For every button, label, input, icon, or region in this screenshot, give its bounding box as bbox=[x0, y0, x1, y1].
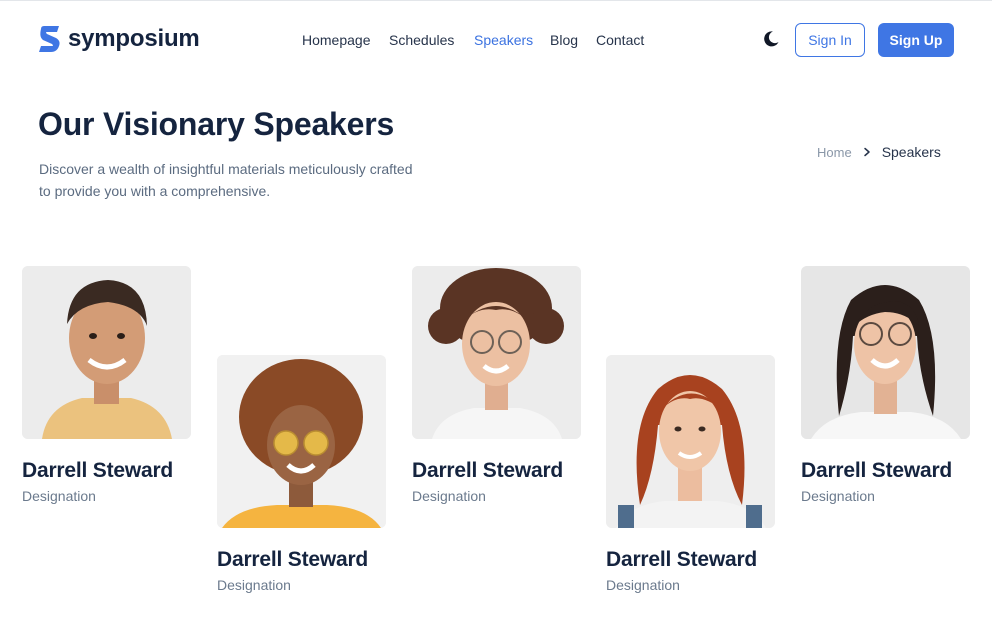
speaker-name: Darrell Steward bbox=[801, 459, 953, 482]
speaker-designation: Designation bbox=[412, 488, 486, 504]
top-border bbox=[0, 0, 992, 1]
page-title: Our Visionary Speakers bbox=[38, 106, 395, 142]
nav-item-speakers[interactable]: Speakers bbox=[474, 32, 533, 48]
speaker-photo bbox=[22, 266, 191, 439]
page-description: Discover a wealth of insightful material… bbox=[39, 161, 413, 199]
breadcrumb: Home Speakers bbox=[817, 144, 941, 160]
speaker-name: Darrell Steward bbox=[217, 548, 369, 571]
breadcrumb-current: Speakers bbox=[881, 144, 941, 160]
speaker-photo bbox=[606, 355, 775, 528]
moon-icon[interactable] bbox=[762, 30, 780, 48]
speaker-card[interactable]: Darrell Steward Designation bbox=[412, 266, 582, 504]
speaker-photo bbox=[801, 266, 970, 439]
speaker-card[interactable]: Darrell Steward Designation bbox=[606, 355, 776, 593]
speaker-designation: Designation bbox=[217, 577, 291, 593]
speaker-card[interactable]: Darrell Steward Designation bbox=[22, 266, 192, 504]
speaker-card[interactable]: Darrell Steward Designation bbox=[801, 266, 971, 504]
sign-up-button[interactable]: Sign Up bbox=[878, 23, 954, 57]
nav-item-contact[interactable]: Contact bbox=[596, 32, 644, 48]
speaker-photo bbox=[217, 355, 386, 528]
nav-item-schedules[interactable]: Schedules bbox=[389, 32, 454, 48]
speaker-name: Darrell Steward bbox=[22, 459, 174, 482]
speaker-designation: Designation bbox=[801, 488, 875, 504]
chevron-right-icon bbox=[863, 147, 870, 157]
sign-in-button[interactable]: Sign In bbox=[795, 23, 865, 57]
speaker-designation: Designation bbox=[606, 577, 680, 593]
speaker-designation: Designation bbox=[22, 488, 96, 504]
speaker-name: Darrell Steward bbox=[412, 459, 564, 482]
speaker-photo bbox=[412, 266, 581, 439]
breadcrumb-home-link[interactable]: Home bbox=[817, 145, 852, 160]
speaker-card[interactable]: Darrell Steward Designation bbox=[217, 355, 387, 593]
speaker-name: Darrell Steward bbox=[606, 548, 758, 571]
nav-item-blog[interactable]: Blog bbox=[550, 32, 578, 48]
nav-item-homepage[interactable]: Homepage bbox=[302, 32, 371, 48]
